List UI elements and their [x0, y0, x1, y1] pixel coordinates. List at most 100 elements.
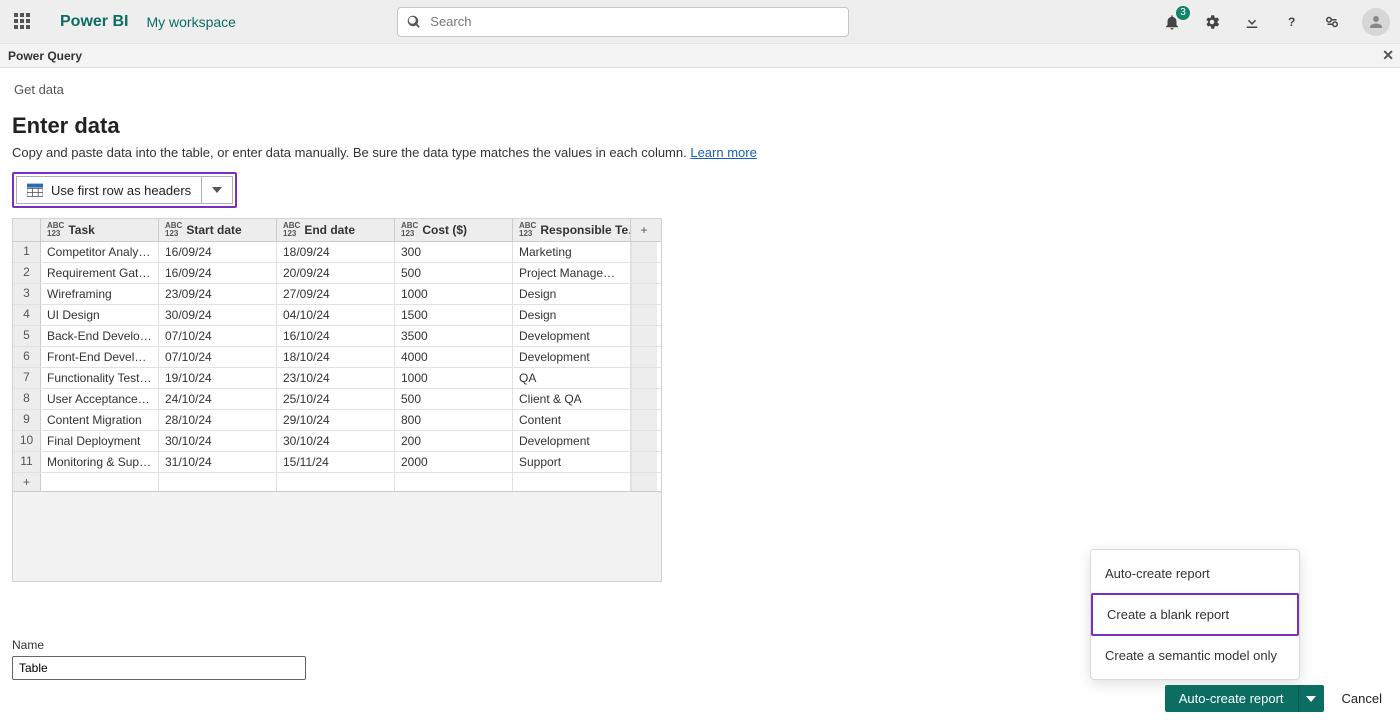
close-icon[interactable]: ✕ [1382, 47, 1394, 64]
column-header-task[interactable]: ABC123Task [41, 219, 159, 241]
cell[interactable]: Client & QA [513, 389, 631, 409]
cell[interactable]: 2000 [395, 452, 513, 472]
cell[interactable]: 04/10/24 [277, 305, 395, 325]
row-number[interactable]: 5 [13, 326, 41, 346]
cell[interactable]: Content Migration [41, 410, 159, 430]
blank-cell[interactable] [513, 473, 631, 491]
cell[interactable]: 1000 [395, 368, 513, 388]
cell[interactable]: 3500 [395, 326, 513, 346]
cell[interactable]: 30/10/24 [277, 431, 395, 451]
row-number[interactable]: 11 [13, 452, 41, 472]
column-header-end-date[interactable]: ABC123End date [277, 219, 395, 241]
cell[interactable]: Back-End Develop… [41, 326, 159, 346]
workspace-link[interactable]: My workspace [146, 14, 235, 30]
cell[interactable]: Competitor Analysis [41, 242, 159, 262]
breadcrumb[interactable]: Get data [12, 78, 1388, 105]
auto-create-report-button[interactable]: Auto-create report [1165, 685, 1324, 712]
cell[interactable]: 1500 [395, 305, 513, 325]
cell[interactable]: 31/10/24 [159, 452, 277, 472]
add-column-button[interactable]: + [631, 219, 657, 241]
cell[interactable]: 16/09/24 [159, 242, 277, 262]
app-launcher-icon[interactable] [14, 13, 32, 31]
headers-button-dropdown[interactable] [202, 187, 232, 193]
cell[interactable]: 07/10/24 [159, 326, 277, 346]
cell[interactable]: Support [513, 452, 631, 472]
cell[interactable]: 23/10/24 [277, 368, 395, 388]
data-grid[interactable]: ABC123Task ABC123Start date ABC123End da… [12, 218, 662, 582]
cell[interactable]: 27/09/24 [277, 284, 395, 304]
row-number[interactable]: 1 [13, 242, 41, 262]
cell[interactable]: Marketing [513, 242, 631, 262]
use-first-row-headers-button[interactable]: Use first row as headers [16, 176, 233, 204]
row-number[interactable]: 10 [13, 431, 41, 451]
cell[interactable]: Project Management [513, 263, 631, 283]
cell[interactable]: 16/09/24 [159, 263, 277, 283]
menu-create-blank-report[interactable]: Create a blank report [1091, 593, 1299, 636]
row-number[interactable]: 8 [13, 389, 41, 409]
cell[interactable]: Development [513, 326, 631, 346]
column-header-cost[interactable]: ABC123Cost ($) [395, 219, 513, 241]
blank-cell[interactable] [277, 473, 395, 491]
cell[interactable]: User Acceptance T… [41, 389, 159, 409]
cell[interactable]: 07/10/24 [159, 347, 277, 367]
cell[interactable]: 800 [395, 410, 513, 430]
column-header-team[interactable]: ABC123Responsible Te… [513, 219, 631, 241]
cell[interactable]: 18/10/24 [277, 347, 395, 367]
blank-cell[interactable] [41, 473, 159, 491]
cell[interactable]: 18/09/24 [277, 242, 395, 262]
cell[interactable]: Functionality Testing [41, 368, 159, 388]
cell[interactable]: 19/10/24 [159, 368, 277, 388]
cell[interactable]: Front-End Develop… [41, 347, 159, 367]
add-row-button[interactable]: + [13, 473, 41, 491]
download-icon[interactable] [1242, 12, 1262, 32]
cell[interactable]: QA [513, 368, 631, 388]
cell[interactable]: 30/09/24 [159, 305, 277, 325]
cell[interactable]: 20/09/24 [277, 263, 395, 283]
feedback-icon[interactable] [1322, 12, 1342, 32]
settings-icon[interactable] [1202, 12, 1222, 32]
table-name-input[interactable] [12, 656, 306, 680]
row-number[interactable]: 7 [13, 368, 41, 388]
learn-more-link[interactable]: Learn more [690, 145, 756, 160]
cancel-button[interactable]: Cancel [1342, 691, 1382, 706]
cell[interactable]: 300 [395, 242, 513, 262]
cell[interactable]: Content [513, 410, 631, 430]
cell[interactable]: 25/10/24 [277, 389, 395, 409]
notifications-icon[interactable]: 3 [1162, 12, 1182, 32]
cell[interactable]: 4000 [395, 347, 513, 367]
help-icon[interactable]: ? [1282, 12, 1302, 32]
row-number[interactable]: 6 [13, 347, 41, 367]
search-input[interactable] [397, 7, 849, 37]
cell[interactable]: Monitoring & Support [41, 452, 159, 472]
cell[interactable]: Requirement Gathe… [41, 263, 159, 283]
cell[interactable]: 29/10/24 [277, 410, 395, 430]
cell[interactable]: 30/10/24 [159, 431, 277, 451]
cell[interactable]: 200 [395, 431, 513, 451]
cell[interactable]: 16/10/24 [277, 326, 395, 346]
primary-button-dropdown[interactable] [1298, 685, 1324, 712]
user-avatar[interactable] [1362, 8, 1390, 36]
row-number[interactable]: 4 [13, 305, 41, 325]
cell[interactable]: Design [513, 284, 631, 304]
blank-cell[interactable] [159, 473, 277, 491]
cell[interactable]: 23/09/24 [159, 284, 277, 304]
row-number[interactable]: 2 [13, 263, 41, 283]
cell[interactable]: Design [513, 305, 631, 325]
cell[interactable]: UI Design [41, 305, 159, 325]
menu-create-semantic-model[interactable]: Create a semantic model only [1091, 636, 1299, 675]
column-header-start-date[interactable]: ABC123Start date [159, 219, 277, 241]
cell[interactable]: 1000 [395, 284, 513, 304]
row-number[interactable]: 3 [13, 284, 41, 304]
cell[interactable]: 24/10/24 [159, 389, 277, 409]
cell[interactable]: 500 [395, 389, 513, 409]
cell[interactable]: 500 [395, 263, 513, 283]
cell[interactable]: Wireframing [41, 284, 159, 304]
blank-cell[interactable] [395, 473, 513, 491]
cell[interactable]: Development [513, 347, 631, 367]
cell[interactable]: Development [513, 431, 631, 451]
cell[interactable]: 15/11/24 [277, 452, 395, 472]
cell[interactable]: Final Deployment [41, 431, 159, 451]
row-number[interactable]: 9 [13, 410, 41, 430]
cell[interactable]: 28/10/24 [159, 410, 277, 430]
menu-auto-create-report[interactable]: Auto-create report [1091, 554, 1299, 593]
